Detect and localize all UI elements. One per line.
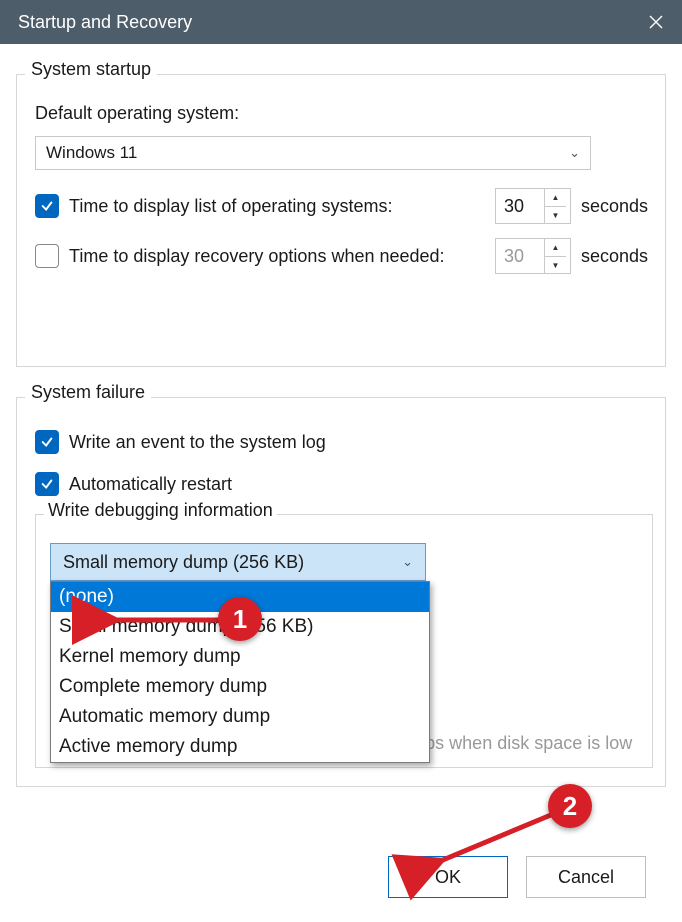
titlebar: Startup and Recovery xyxy=(0,0,682,44)
time-recovery-label: Time to display recovery options when ne… xyxy=(69,246,445,267)
system-failure-group: System failure Write an event to the sys… xyxy=(16,397,666,787)
write-debug-title: Write debugging information xyxy=(44,500,277,521)
dialog-body: System startup Default operating system:… xyxy=(0,44,682,827)
dump-option-active[interactable]: Active memory dump xyxy=(51,732,429,762)
annotation-arrow-2 xyxy=(428,806,568,881)
auto-restart-label: Automatically restart xyxy=(69,474,232,495)
time-recovery-unit: seconds xyxy=(581,246,653,267)
time-recovery-spinbox: ▲ ▼ xyxy=(495,238,571,274)
chevron-down-icon: ⌄ xyxy=(402,554,413,570)
annotation-marker-1: 1 xyxy=(218,597,262,641)
dump-option-kernel[interactable]: Kernel memory dump xyxy=(51,642,429,672)
dump-option-complete[interactable]: Complete memory dump xyxy=(51,672,429,702)
spin-up-icon[interactable]: ▲ xyxy=(544,189,566,206)
system-startup-group: System startup Default operating system:… xyxy=(16,74,666,367)
default-os-select[interactable]: Windows 11 ⌄ xyxy=(35,136,591,170)
time-os-unit: seconds xyxy=(581,196,653,217)
system-startup-legend: System startup xyxy=(25,59,157,80)
write-debug-group: Write debugging information Small memory… xyxy=(35,514,653,768)
window-title: Startup and Recovery xyxy=(18,12,192,33)
spin-up-icon: ▲ xyxy=(544,239,566,256)
dump-option-automatic[interactable]: Automatic memory dump xyxy=(51,702,429,732)
annotation-arrow-1 xyxy=(104,610,224,635)
debug-dump-value: Small memory dump (256 KB) xyxy=(63,552,304,573)
close-button[interactable] xyxy=(644,10,668,34)
default-os-value: Windows 11 xyxy=(46,143,137,163)
write-event-checkbox[interactable] xyxy=(35,430,59,454)
auto-restart-checkbox[interactable] xyxy=(35,472,59,496)
annotation-marker-2: 2 xyxy=(548,784,592,828)
time-os-checkbox[interactable] xyxy=(35,194,59,218)
chevron-down-icon: ⌄ xyxy=(569,145,580,161)
system-failure-legend: System failure xyxy=(25,382,151,403)
time-os-input[interactable] xyxy=(496,196,544,217)
time-recovery-checkbox[interactable] xyxy=(35,244,59,268)
spin-down-icon[interactable]: ▼ xyxy=(544,206,566,223)
write-event-label: Write an event to the system log xyxy=(69,432,326,453)
default-os-label: Default operating system: xyxy=(35,103,653,124)
time-os-spinbox[interactable]: ▲ ▼ xyxy=(495,188,571,224)
spin-down-icon: ▼ xyxy=(544,256,566,273)
time-recovery-input xyxy=(496,246,544,267)
debug-dump-combobox[interactable]: Small memory dump (256 KB) ⌄ (none) Smal… xyxy=(50,543,426,581)
time-os-label: Time to display list of operating system… xyxy=(69,196,392,217)
